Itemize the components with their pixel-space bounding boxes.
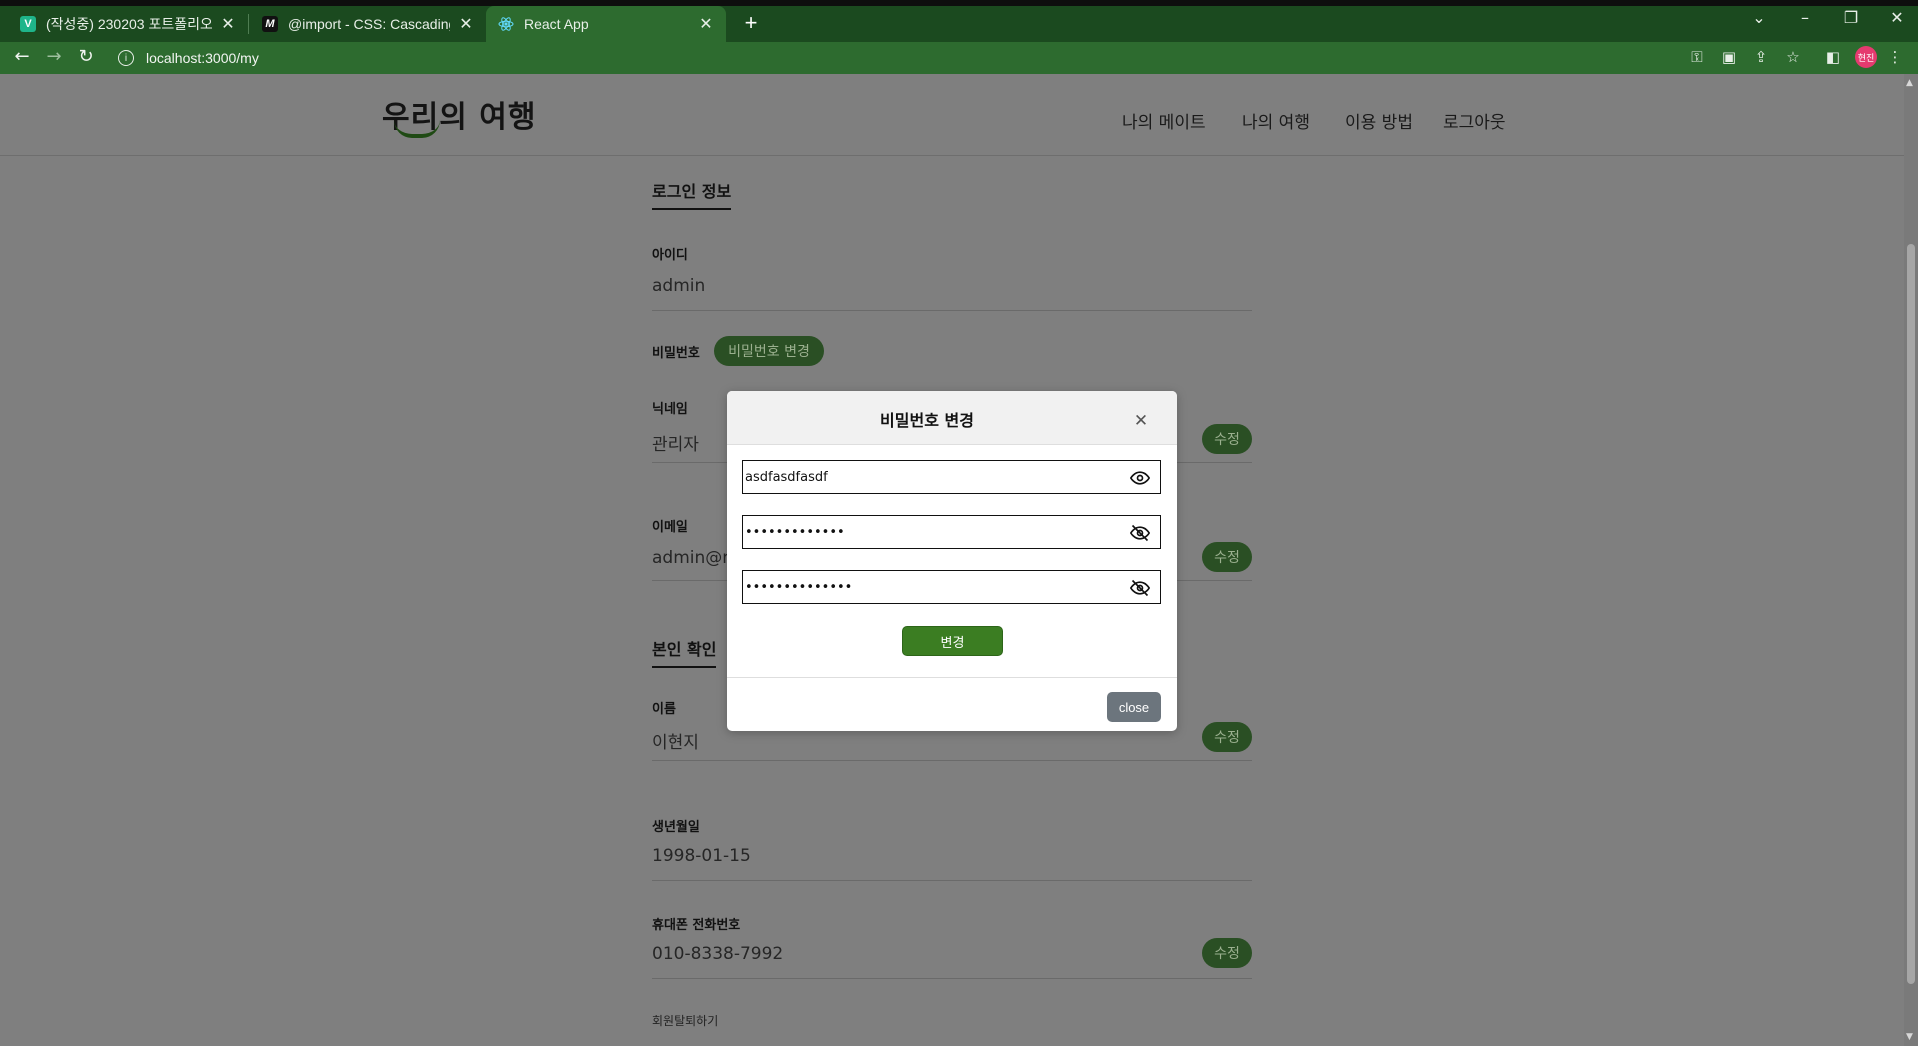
password-change-button[interactable]: 비밀번호 변경 [714,336,824,366]
change-password-submit-button[interactable]: 변경 [902,626,1003,656]
divider [652,760,1252,761]
velog-favicon-icon: V [20,16,36,32]
window-close-icon[interactable]: ✕ [1885,8,1909,27]
browser-toolbar: ← → ↻ i localhost:3000/my ⚿ ▣ ⇪ ☆ ◧ ⋮ [0,42,1918,74]
tab-close-icon[interactable]: ✕ [220,14,236,34]
eye-slash-icon[interactable] [1129,578,1151,598]
url-text: localhost:3000/my [146,50,259,66]
phone-edit-button[interactable]: 수정 [1202,938,1252,968]
react-icon [498,16,514,32]
browser-tab-react-app[interactable]: React App ✕ [486,6,726,42]
birth-value: 1998-01-15 [652,846,751,866]
nav-my-trip[interactable]: 나의 여행 [1242,108,1310,133]
nav-my-mate[interactable]: 나의 메이트 [1122,108,1206,133]
phone-label: 휴대폰 전화번호 [652,918,741,933]
modal-header: 비밀번호 변경 ✕ [727,391,1177,445]
password-change-modal: 비밀번호 변경 ✕ asdfasdfasdf ••••••••••••• •••… [727,391,1177,731]
tab-search-chevron-icon[interactable]: ⌄ [1747,8,1771,27]
eye-open-icon[interactable] [1129,468,1151,488]
address-bar[interactable]: i localhost:3000/my [110,44,1580,72]
current-password-input[interactable] [743,462,1113,492]
mdn-favicon-icon: M [262,16,278,32]
current-password-field[interactable] [742,460,1161,494]
phone-value: 010-8338-7992 [652,944,784,964]
nickname-label: 닉네임 [652,402,688,417]
identity-check-title: 본인 확인 [652,636,717,668]
browser-tab-portfolio[interactable]: V (작성중) 230203 포트폴리오 프로 ✕ [8,6,248,42]
profile-avatar[interactable]: 현진 [1855,46,1877,68]
browser-tab-mdn[interactable]: M @import - CSS: Cascading Style ✕ [250,6,486,42]
side-panel-icon[interactable]: ◧ [1822,48,1844,66]
browser-tab-bar: V (작성중) 230203 포트폴리오 프로 ✕ M @import - CS… [0,0,1918,42]
reload-icon[interactable]: ↻ [74,46,98,67]
scroll-thumb[interactable] [1907,244,1915,984]
tab-close-icon[interactable]: ✕ [698,14,714,34]
birth-label: 생년월일 [652,820,700,835]
modal-footer: close [727,677,1177,731]
new-tab-plus-icon[interactable]: + [738,10,764,36]
confirm-password-field[interactable] [742,570,1161,604]
withdraw-link[interactable]: 회원탈퇴하기 [652,1012,718,1029]
tab-title: (작성중) 230203 포트폴리오 프로 [46,16,212,32]
password-label: 비밀번호 [652,346,700,361]
tab-separator [248,14,249,34]
scroll-up-arrow-icon[interactable]: ▲ [1906,78,1913,88]
id-value: admin [652,276,706,296]
tab-title: @import - CSS: Cascading Style [288,16,450,32]
translate-icon[interactable]: ▣ [1718,48,1740,66]
page-scrollbar[interactable]: ▲ ▼ [1904,74,1918,1046]
tab-title: React App [524,16,589,32]
restore-icon[interactable]: ❐ [1839,8,1863,27]
site-info-icon[interactable]: i [118,50,134,66]
nav-logout[interactable]: 로그아웃 [1443,108,1506,133]
nickname-value: 관리자 [652,435,699,455]
eye-slash-icon[interactable] [1129,523,1151,543]
divider [652,880,1252,881]
new-password-field[interactable] [742,515,1161,549]
login-info-title: 로그인 정보 [652,178,732,210]
name-value: 이현지 [652,733,699,753]
id-label: 아이디 [652,248,688,263]
site-header: 우리의 여행 나의 메이트 나의 여행 이용 방법 로그아웃 [0,74,1904,156]
name-label: 이름 [652,702,676,717]
email-edit-button[interactable]: 수정 [1202,542,1252,572]
minimize-icon[interactable]: – [1793,8,1817,27]
email-value: admin@n [652,548,734,568]
back-arrow-icon[interactable]: ← [10,46,34,67]
forward-arrow-icon[interactable]: → [42,46,66,67]
scroll-down-arrow-icon[interactable]: ▼ [1906,1032,1913,1042]
modal-title: 비밀번호 변경 [880,411,974,430]
key-icon[interactable]: ⚿ [1686,48,1708,66]
modal-close-icon[interactable]: ✕ [1131,411,1151,431]
nickname-edit-button[interactable]: 수정 [1202,424,1252,454]
divider [652,310,1252,311]
nav-how-to-use[interactable]: 이용 방법 [1345,108,1413,133]
share-icon[interactable]: ⇪ [1750,48,1772,66]
modal-close-button[interactable]: close [1107,692,1161,722]
email-label: 이메일 [652,520,688,535]
new-password-input[interactable] [743,517,1113,547]
divider [652,978,1252,979]
kebab-menu-icon[interactable]: ⋮ [1884,48,1906,66]
bookmark-star-icon[interactable]: ☆ [1782,48,1804,66]
name-edit-button[interactable]: 수정 [1202,722,1252,752]
confirm-password-input[interactable] [743,572,1113,602]
tab-close-icon[interactable]: ✕ [458,14,474,34]
